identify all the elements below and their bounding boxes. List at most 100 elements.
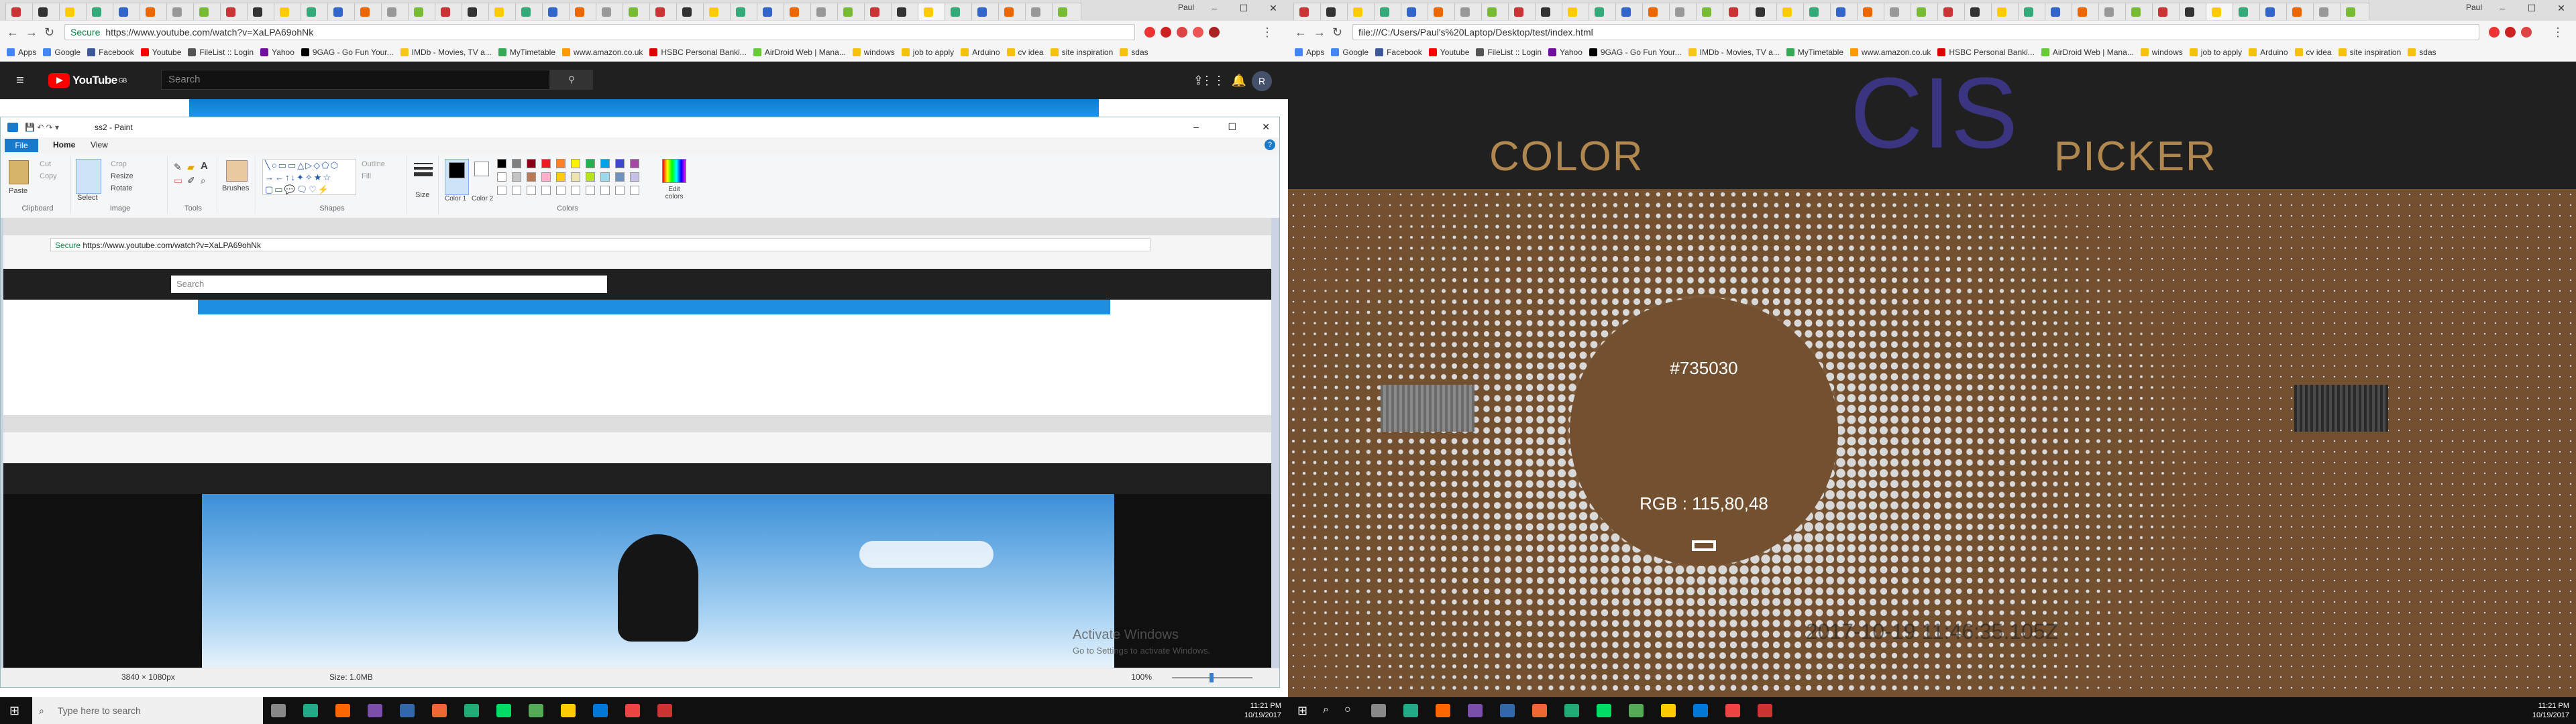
palette-swatch[interactable] [586,159,595,168]
browser-tab[interactable] [569,3,598,20]
extension-icon[interactable] [1209,27,1220,38]
browser-tab[interactable] [2286,3,2316,20]
extension-icon[interactable] [1193,27,1203,38]
browser-tab[interactable] [1428,3,1457,20]
browser-tab[interactable] [1830,3,1860,20]
extension-icon[interactable] [2521,27,2532,38]
bookmark-item[interactable]: Arduino [2249,44,2288,61]
bookmark-item[interactable]: IMDb - Movies, TV a... [1688,44,1780,61]
hamburger-icon[interactable]: ≡ [16,74,30,87]
browser-tab[interactable] [140,3,169,20]
cortana-icon[interactable]: ○ [1344,704,1351,716]
palette-swatch[interactable] [600,186,610,195]
palette-swatch[interactable] [571,186,580,195]
close-button[interactable]: ✕ [2546,0,2576,16]
bookmark-item[interactable]: site inspiration [2338,44,2401,61]
video-frame[interactable] [202,494,1114,668]
bookmark-item[interactable]: Facebook [1375,44,1422,61]
browser-tab[interactable] [703,3,733,20]
taskbar-app-icon[interactable] [657,704,672,717]
close-button[interactable]: ✕ [1258,0,1288,16]
extension-icon[interactable] [1144,27,1155,38]
cut-button[interactable]: Cut [40,160,51,168]
taskbar-app-icon[interactable] [561,704,576,717]
bookmark-item[interactable]: sdas [2408,44,2436,61]
browser-tab[interactable] [1508,3,1538,20]
windows-start-icon[interactable]: ⊞ [1297,704,1311,717]
browser-tab[interactable] [462,3,491,20]
browser-tab[interactable] [408,3,437,20]
select-label[interactable]: Select [77,194,98,202]
browser-tab[interactable] [2045,3,2074,20]
address-bar[interactable]: Secure https://www.youtube.com/watch?v=Xa… [64,24,1135,40]
taskbar-search[interactable]: Type here to search [32,697,263,724]
avatar[interactable]: R [1252,71,1272,91]
browser-tab[interactable] [837,3,867,20]
help-icon[interactable]: ? [1265,139,1275,150]
browser-tab[interactable] [193,3,223,20]
taskbar-app-icon[interactable] [368,704,382,717]
browser-tab[interactable] [1642,3,1672,20]
copy-button[interactable] [1692,540,1716,551]
text-icon[interactable]: A [201,160,208,172]
browser-tab[interactable] [1776,3,1806,20]
browser-tab[interactable] [649,3,679,20]
palette-swatch[interactable] [497,172,506,182]
browser-tab[interactable] [247,3,276,20]
paste-label[interactable]: Paste [9,187,28,195]
maximize-button[interactable]: ☐ [1229,0,1258,16]
system-clock[interactable]: 11:21 PM 10/19/2017 [2532,701,2569,720]
color2-button[interactable] [474,162,489,176]
palette-swatch[interactable] [527,159,536,168]
bookmark-item[interactable]: windows [852,44,895,61]
shape-gallery[interactable]: ╲○▭▭△▷◇⬠⬡ →←↑↓✦✧★☆ ▢▭💬🗨♡⚡ [262,159,356,195]
bookmark-item[interactable]: sdas [1120,44,1148,61]
minimize-button[interactable]: – [1199,0,1229,16]
search-icon[interactable]: ⚲ [550,70,593,90]
profile-name[interactable]: Paul [1178,3,1194,12]
browser-tab[interactable] [1991,3,2021,20]
palette-swatch[interactable] [527,172,536,182]
browser-tab[interactable] [274,3,303,20]
browser-tab[interactable] [1589,3,1618,20]
bookmark-item[interactable]: windows [2140,44,2183,61]
pencil-icon[interactable]: ✎ [174,162,182,173]
menu-icon[interactable]: ⋮ [1261,25,1273,40]
system-clock[interactable]: 11:21 PM 10/19/2017 [1244,701,1281,720]
taskbar-app-icon[interactable] [1500,704,1515,717]
bookmark-item[interactable]: IMDb - Movies, TV a... [400,44,492,61]
resize-button[interactable]: Resize [111,172,133,180]
browser-tab[interactable] [1320,3,1350,20]
browser-tab[interactable] [596,3,625,20]
tab-home[interactable]: Home [53,140,75,149]
bookmark-item[interactable]: job to apply [901,44,954,61]
browser-tab[interactable] [2259,3,2289,20]
browser-tab[interactable] [2340,3,2369,20]
maximize-button[interactable]: ☐ [2517,0,2546,16]
palette-swatch[interactable] [630,159,639,168]
browser-tab[interactable] [1025,3,1055,20]
browser-tab[interactable] [32,3,62,20]
rotate-button[interactable]: Rotate [111,184,132,192]
picker-icon[interactable]: ✐ [187,175,195,186]
browser-tab[interactable] [1562,3,1591,20]
bookmark-item[interactable]: Youtube [1428,44,1469,61]
search-icon[interactable]: ⌕ [1323,704,1329,716]
edit-colors-label[interactable]: Edit colors [661,186,688,200]
taskbar-app-icon[interactable] [529,704,543,717]
paste-icon[interactable] [9,160,29,184]
size-icon[interactable] [414,163,433,164]
taskbar-app-icon[interactable] [1758,704,1772,717]
magnifier-icon[interactable]: ⌕ [201,175,206,186]
palette-swatch[interactable] [630,186,639,195]
palette-swatch[interactable] [541,159,551,168]
extension-icon[interactable] [1177,27,1187,38]
reload-icon[interactable]: ↻ [44,25,54,40]
bookmark-item[interactable]: cv idea [2294,44,2332,61]
fill-icon[interactable]: ▰ [187,162,195,173]
browser-tab[interactable] [1669,3,1699,20]
taskbar-app-icon[interactable] [432,704,447,717]
palette-swatch[interactable] [586,186,595,195]
bookmark-item[interactable]: AirDroid Web | Mana... [753,44,846,61]
browser-tab[interactable] [327,3,357,20]
